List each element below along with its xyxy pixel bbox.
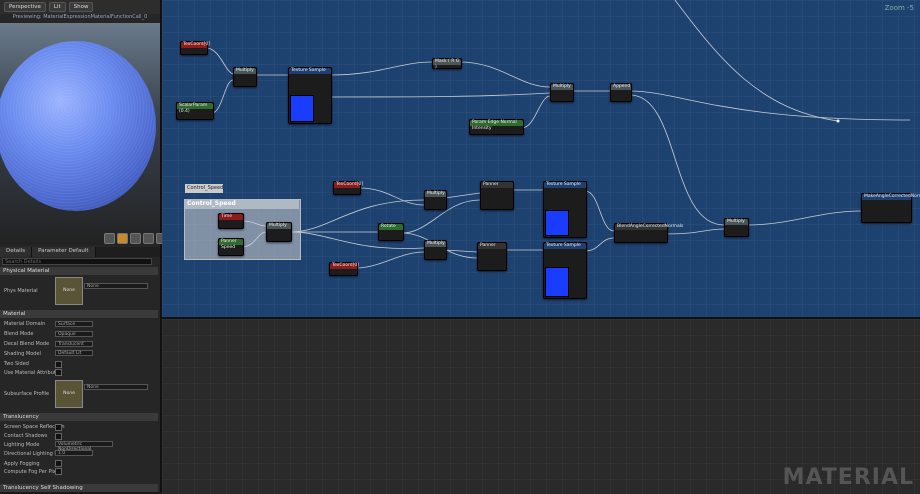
texture-thumbnail	[290, 95, 314, 122]
graph-node[interactable]: TexCoord[0]	[329, 262, 359, 276]
graph-node[interactable]: TexCoord[0]	[333, 181, 363, 195]
node-title: TexCoord[0]	[334, 182, 363, 188]
node-title: Multiply	[425, 191, 446, 197]
node-title: TexCoord[0]	[330, 263, 359, 269]
graph-node[interactable]: Panner Speed	[218, 238, 244, 256]
node-title: Panner Speed	[219, 239, 243, 250]
graph-node[interactable]: Time	[218, 213, 244, 229]
node-title: Rotate	[379, 224, 403, 230]
graph-node[interactable]: Mask ( R G )	[432, 58, 462, 70]
node-title: Mask ( R G )	[433, 59, 461, 70]
graph-node[interactable]: Multiply	[724, 218, 749, 237]
node-title: Time	[219, 214, 243, 220]
node-title: TexCoord[0]	[181, 42, 210, 48]
graph-node[interactable]: MakeAngleCorrectedNormal	[861, 193, 920, 223]
node-title: Texture Sample	[289, 68, 331, 74]
node-title: Texture Sample	[544, 182, 586, 188]
node-title: Multiply	[234, 68, 256, 74]
node-title: Multiply	[267, 223, 291, 229]
graph-node[interactable]: BlendAngleCorrectedNormals	[614, 223, 684, 243]
graph-node[interactable]: Rotate	[378, 223, 404, 241]
graph-node[interactable]: Texture Sample	[543, 242, 587, 299]
graph-node[interactable]: Panner	[480, 181, 514, 210]
node-title: ScalarParam (0.4)	[177, 103, 213, 114]
node-title: Multiply	[725, 219, 748, 225]
graph-node[interactable]: Multiply	[424, 240, 447, 260]
graph-node[interactable]: Texture Sample	[288, 67, 332, 124]
graph-node[interactable]: Multiply	[266, 222, 292, 242]
node-title: Panner	[481, 182, 513, 188]
texture-thumbnail	[545, 210, 569, 236]
texture-thumbnail	[545, 267, 569, 297]
wires-layer	[205, 0, 911, 269]
comment-tag[interactable]: Control_Speed	[185, 184, 223, 193]
graph-node[interactable]: Texture Sample	[543, 181, 587, 238]
comment-title[interactable]: Control_Speed	[184, 199, 299, 209]
graph-node[interactable]: ScalarParam (0.4)	[176, 102, 214, 120]
graph-node[interactable]: Panner	[477, 242, 507, 271]
graph-node[interactable]: Multiply	[424, 190, 447, 210]
graph-node[interactable]: Append	[610, 83, 632, 102]
node-title: Append	[611, 84, 631, 90]
graph-node[interactable]: Multiply	[550, 83, 574, 102]
graph-node[interactable]: Param Edge Normal Intensity	[469, 119, 524, 135]
node-title: BlendAngleCorrectedNormals	[615, 224, 684, 230]
graph-node[interactable]: Multiply	[233, 67, 257, 87]
graph-node[interactable]: TexCoord[0]	[180, 41, 210, 55]
node-title: Multiply	[551, 84, 573, 90]
node-title: Param Edge Normal Intensity	[470, 120, 523, 131]
node-title: Panner	[478, 243, 506, 249]
node-title: Texture Sample	[544, 243, 586, 249]
node-title: MakeAngleCorrectedNormal	[862, 194, 920, 200]
node-title: Multiply	[425, 241, 446, 247]
